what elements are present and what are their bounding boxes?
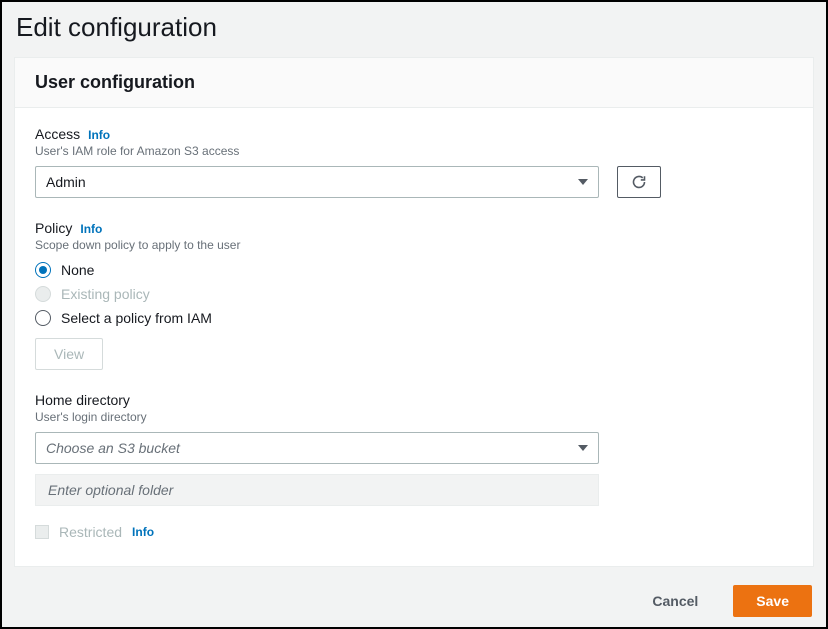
chevron-down-icon (578, 445, 588, 451)
policy-label: Policy (35, 220, 72, 236)
restricted-row: Restricted Info (35, 524, 793, 540)
save-button[interactable]: Save (733, 585, 812, 617)
home-folder-input[interactable] (35, 474, 599, 506)
chevron-down-icon (578, 179, 588, 185)
home-bucket-select[interactable]: Choose an S3 bucket (35, 432, 599, 464)
panel-header: User configuration (15, 58, 813, 108)
access-info-link[interactable]: Info (88, 128, 110, 142)
policy-option-none-label: None (61, 262, 94, 278)
access-label: Access (35, 126, 80, 142)
restricted-label: Restricted (59, 524, 122, 540)
panel-body: Access Info User's IAM role for Amazon S… (15, 108, 813, 566)
page-title: Edit configuration (16, 12, 814, 43)
policy-section: Policy Info Scope down policy to apply t… (35, 220, 793, 370)
policy-option-iam[interactable]: Select a policy from IAM (35, 306, 793, 330)
access-role-value: Admin (46, 174, 86, 190)
policy-option-iam-label: Select a policy from IAM (61, 310, 212, 326)
home-directory-description: User's login directory (35, 410, 793, 424)
user-configuration-panel: User configuration Access Info User's IA… (14, 57, 814, 567)
refresh-icon (631, 174, 647, 190)
view-policy-button: View (35, 338, 103, 370)
home-bucket-placeholder: Choose an S3 bucket (46, 440, 180, 456)
radio-icon (35, 310, 51, 326)
home-directory-section: Home directory User's login directory Ch… (35, 392, 793, 540)
policy-option-existing-label: Existing policy (61, 286, 150, 302)
radio-icon (35, 262, 51, 278)
cancel-button[interactable]: Cancel (633, 585, 717, 617)
access-label-row: Access Info (35, 126, 793, 142)
restricted-info-link[interactable]: Info (132, 525, 154, 539)
policy-label-row: Policy Info (35, 220, 793, 236)
access-section: Access Info User's IAM role for Amazon S… (35, 126, 793, 198)
restricted-checkbox (35, 525, 49, 539)
policy-radio-group: None Existing policy Select a policy fro… (35, 258, 793, 330)
refresh-button[interactable] (617, 166, 661, 198)
dialog-footer: Cancel Save (14, 585, 814, 617)
access-role-select[interactable]: Admin (35, 166, 599, 198)
policy-description: Scope down policy to apply to the user (35, 238, 793, 252)
access-description: User's IAM role for Amazon S3 access (35, 144, 793, 158)
policy-option-existing: Existing policy (35, 282, 793, 306)
policy-option-none[interactable]: None (35, 258, 793, 282)
edit-configuration-dialog: Edit configuration User configuration Ac… (0, 0, 828, 629)
radio-icon (35, 286, 51, 302)
home-directory-label: Home directory (35, 392, 793, 408)
policy-info-link[interactable]: Info (80, 222, 102, 236)
